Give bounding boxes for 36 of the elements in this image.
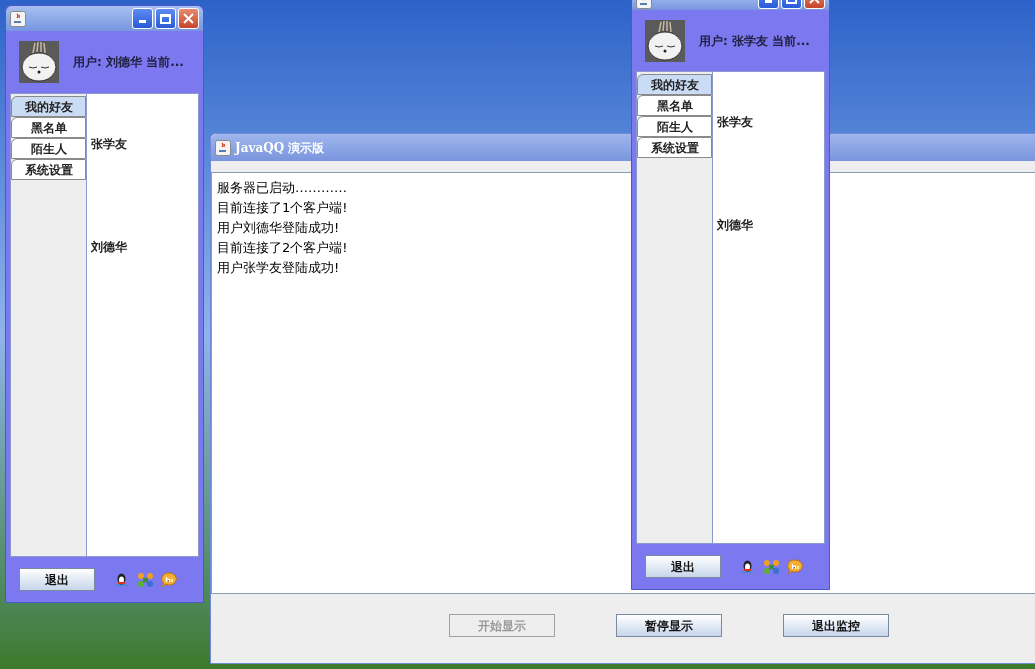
sidebar-tab[interactable]: 我的好友: [11, 96, 86, 117]
chat-bubble-icon[interactable]: [787, 558, 804, 575]
java-cup-icon: [215, 139, 231, 156]
sidebar-tab[interactable]: 陌生人: [637, 116, 712, 137]
minimize-button[interactable]: [132, 8, 153, 29]
sidebar-tab[interactable]: 黑名单: [11, 117, 86, 138]
log-line: 目前连接了1个客户端!: [217, 199, 348, 217]
log-line: 服务器已启动…………: [217, 179, 347, 197]
penguin-icon[interactable]: [739, 558, 756, 575]
log-line: 目前连接了2个客户端!: [217, 239, 348, 257]
sidebar-tab[interactable]: 系统设置: [11, 159, 86, 180]
chat-bubble-icon[interactable]: [161, 571, 178, 588]
avatar-drawing: [19, 41, 59, 83]
close-button[interactable]: [178, 8, 199, 29]
friend-item[interactable]: 张学友: [87, 135, 198, 153]
java-cup-icon: [10, 10, 26, 27]
sidebar-tab[interactable]: 我的好友: [637, 74, 712, 95]
log-line: 用户刘德华登陆成功!: [217, 219, 340, 237]
friend-item[interactable]: 张学友: [713, 113, 824, 131]
friend-item[interactable]: 刘德华: [713, 216, 824, 234]
user-status-label: 用户: 张学友 当前...: [699, 32, 810, 50]
exit-button[interactable]: 退出: [645, 555, 721, 578]
sidebar-tab[interactable]: 黑名单: [637, 95, 712, 116]
close-icon: [183, 13, 194, 24]
control-button[interactable]: 退出监控: [783, 614, 889, 637]
control-button[interactable]: 暂停显示: [616, 614, 722, 637]
maximize-button[interactable]: [155, 8, 176, 29]
avatar-drawing: [645, 19, 685, 62]
exit-button[interactable]: 退出: [19, 568, 95, 591]
user-status-label: 用户: 刘德华 当前...: [73, 54, 184, 71]
penguin-icon[interactable]: [113, 571, 130, 588]
log-line: 用户张学友登陆成功!: [217, 259, 340, 277]
sidebar-tab[interactable]: 系统设置: [637, 137, 712, 158]
window-title: JavaQQ 演示版: [235, 139, 325, 157]
friend-item[interactable]: 刘德华: [87, 238, 198, 256]
sidebar-tab[interactable]: 陌生人: [11, 138, 86, 159]
